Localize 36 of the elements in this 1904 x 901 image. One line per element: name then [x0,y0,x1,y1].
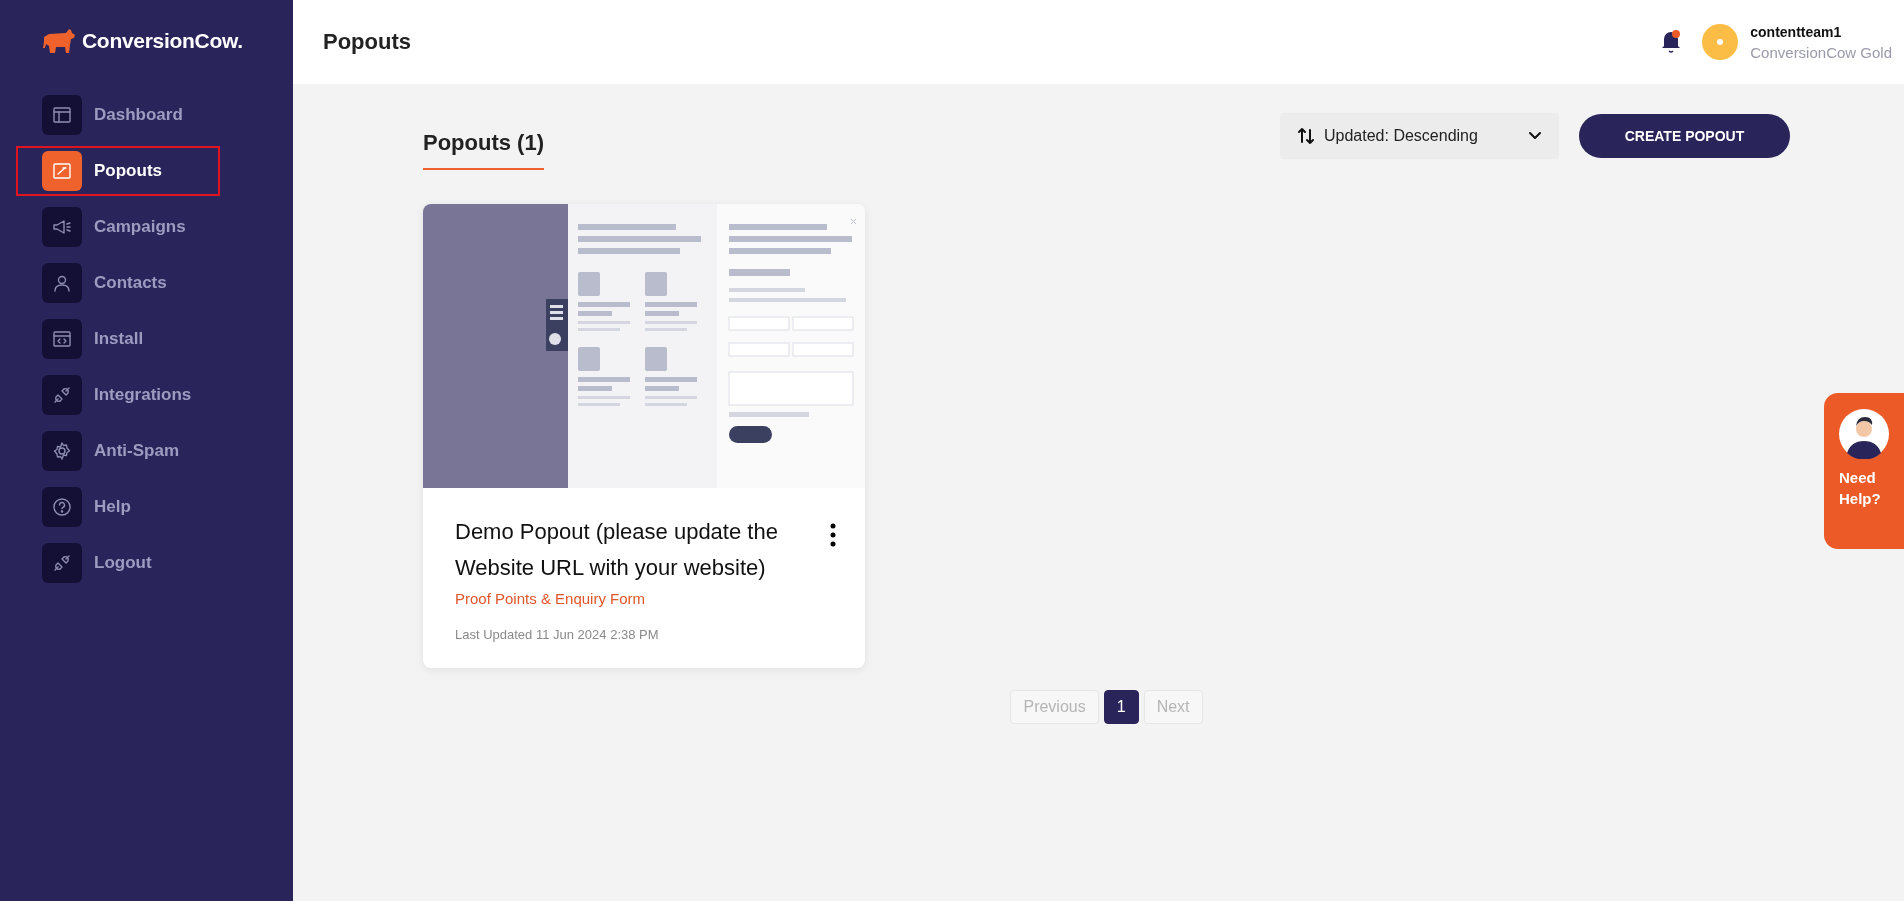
plug-icon [42,543,82,583]
popout-icon [42,151,82,191]
last-updated-text: Last Updated 11 Jun 2024 2:38 PM [455,627,660,642]
megaphone-icon [42,207,82,247]
sidebar-item[interactable]: Popouts [16,146,220,196]
plan-name: ConversionCow Gold [1750,43,1892,61]
popout-title: Demo Popout (please update the Website URL with your website) [455,518,779,582]
sidebar-item[interactable]: Install [16,314,220,364]
notification-bell-icon[interactable] [1660,29,1683,55]
sidebar-item[interactable]: Contacts [16,258,220,308]
code-icon [42,319,82,359]
sort-icon [1296,126,1316,146]
plug-icon [42,375,82,415]
sidebar-item[interactable]: Dashboard [16,90,220,140]
page-title: Popouts [323,29,412,55]
layout-icon [42,95,82,135]
page-button[interactable]: 1 [1103,690,1139,724]
help-label: Need Help? [1839,468,1882,509]
popout-card[interactable]: Demo Popout (please update the Website URL with your website) Proof Points & Enquiry Form Last Updated 11 Jun 2024 2:38 PM [423,204,865,668]
question-icon [42,487,82,527]
create-popout-button[interactable]: CREATE POPOUT [1579,114,1790,158]
person-icon [42,263,82,303]
section-heading: Popouts (1) [423,122,544,170]
popout-type: Proof Points & Enquiry Form [455,590,647,607]
sidebar-item[interactable]: Anti-Spam [16,426,220,476]
sidebar-item[interactable]: Logout [16,538,220,588]
logo-text: ConversionCow. [82,29,243,53]
sidebar-item[interactable]: Help [16,482,220,532]
sidebar-item[interactable]: Integrations [16,370,220,420]
cow-logo-icon [42,28,76,54]
gear-icon [42,431,82,471]
sidebar-item[interactable]: Campaigns [16,202,220,252]
person-illustration [1839,409,1889,459]
user-name: contentteam1 [1750,23,1843,40]
help-widget[interactable]: Need Help? [1824,393,1904,549]
sort-dropdown[interactable]: Updated: Descending [1280,113,1559,159]
